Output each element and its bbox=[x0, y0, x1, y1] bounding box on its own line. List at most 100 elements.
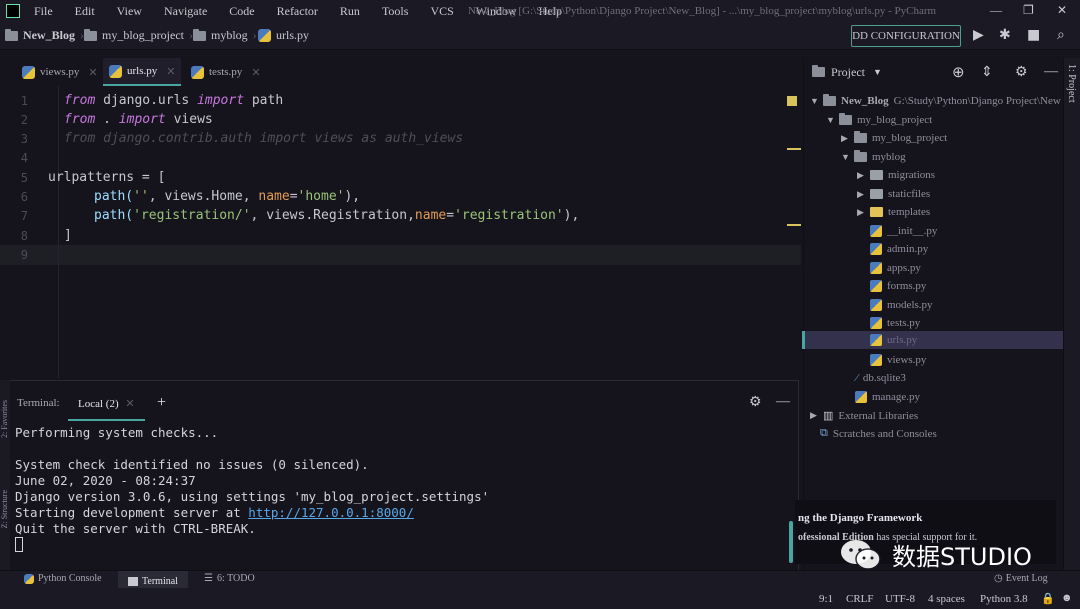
python-console-icon bbox=[24, 573, 34, 584]
tree-item-tests-py[interactable]: tests.py bbox=[870, 317, 920, 329]
breadcrumb-label: New_Blog bbox=[23, 28, 75, 42]
chevron-right-icon: ▶ bbox=[810, 410, 817, 420]
favorites-side-tab[interactable]: 2: Favorites bbox=[0, 400, 9, 438]
tree-item-label: views.py bbox=[887, 354, 927, 366]
hide-panel-icon[interactable]: — bbox=[776, 394, 790, 410]
close-tab-icon[interactable]: ✕ bbox=[251, 66, 260, 79]
tree-item-db-sqlite3[interactable]: ⁄ db.sqlite3 bbox=[856, 372, 906, 384]
tree-item-myblog[interactable]: ▼ myblog bbox=[841, 150, 906, 163]
breadcrumb-app[interactable]: myblog › bbox=[193, 28, 257, 43]
event-log-tab[interactable]: ◷ Event Log bbox=[994, 573, 1048, 584]
breadcrumb-file[interactable]: urls.py bbox=[258, 28, 309, 43]
python-file-icon bbox=[109, 64, 122, 78]
add-terminal-icon[interactable]: + bbox=[157, 394, 166, 412]
close-icon[interactable]: ✕ bbox=[1057, 3, 1067, 18]
tree-item-external-libraries[interactable]: ▶ ▥ External Libraries bbox=[810, 409, 918, 423]
terminal-tool-tab[interactable]: Terminal bbox=[118, 571, 188, 589]
cursor-position[interactable]: 9:1 bbox=[819, 593, 833, 605]
tree-item-urls-py[interactable]: urls.py bbox=[804, 331, 1063, 349]
terminal-tab-local[interactable]: Local (2) ✕ bbox=[68, 393, 145, 421]
tree-item-views-py[interactable]: views.py bbox=[870, 354, 926, 366]
code-string: '' bbox=[133, 189, 149, 204]
chevron-down-icon[interactable]: ▼ bbox=[873, 67, 882, 77]
code-editor[interactable]: 1 2 3 4 5 6 7 8 9 from django.urls impor… bbox=[0, 86, 803, 378]
tree-item-migrations[interactable]: ▶ migrations bbox=[857, 169, 935, 181]
close-tab-icon[interactable]: ✕ bbox=[166, 65, 175, 78]
lock-icon[interactable]: 🔒 bbox=[1041, 592, 1055, 605]
python-file-icon bbox=[22, 65, 35, 79]
menu-code[interactable]: Code bbox=[215, 4, 262, 19]
code-function: path( bbox=[94, 189, 134, 204]
tree-item-label: my_blog_project bbox=[872, 132, 948, 144]
tab-tests-py[interactable]: tests.py ✕ bbox=[185, 58, 267, 86]
close-tab-icon[interactable]: ✕ bbox=[125, 398, 134, 410]
python-file-icon bbox=[870, 280, 882, 292]
terminal-panel: Terminal: Local (2) ✕ + ⚙ — Performing s… bbox=[10, 380, 799, 570]
maximize-icon[interactable]: ❐ bbox=[1023, 3, 1034, 18]
tree-item-staticfiles[interactable]: ▶ staticfiles bbox=[857, 188, 930, 200]
line-number: 8 bbox=[20, 229, 28, 243]
python-interpreter[interactable]: Python 3.8 bbox=[980, 593, 1028, 605]
collapse-all-icon[interactable]: ⇕ bbox=[981, 64, 993, 81]
tab-urls-py[interactable]: urls.py ✕ bbox=[103, 58, 182, 86]
tree-item-admin-py[interactable]: admin.py bbox=[870, 243, 928, 255]
breadcrumb-root[interactable]: New_Blog › bbox=[5, 28, 84, 43]
code-line: urlpatterns = [ bbox=[48, 170, 166, 185]
indent-setting[interactable]: 4 spaces bbox=[928, 593, 965, 605]
pycharm-logo-icon bbox=[6, 4, 20, 18]
tab-views-py[interactable]: views.py ✕ bbox=[16, 58, 104, 86]
todo-tab[interactable]: ☰ 6: TODO bbox=[204, 573, 255, 584]
line-separator[interactable]: CRLF bbox=[846, 593, 874, 605]
tree-root-new-blog[interactable]: ▼ New_Blog G:\Study\Python\Django Projec… bbox=[810, 94, 1061, 107]
tree-item-templates[interactable]: ▶ templates bbox=[857, 206, 930, 218]
server-url-link[interactable]: http://127.0.0.1:8000/ bbox=[248, 505, 414, 520]
python-console-tab[interactable]: Python Console bbox=[24, 573, 102, 584]
code-text: ), bbox=[344, 189, 361, 204]
tree-item-manage-py[interactable]: manage.py bbox=[855, 391, 920, 403]
menu-tools[interactable]: Tools bbox=[368, 4, 417, 19]
breadcrumb-project[interactable]: my_blog_project › bbox=[84, 28, 193, 43]
menu-refactor[interactable]: Refactor bbox=[263, 4, 326, 19]
menu-edit[interactable]: Edit bbox=[61, 4, 103, 19]
right-tool-strip: 1: Project bbox=[1063, 58, 1080, 570]
file-encoding[interactable]: UTF-8 bbox=[885, 593, 915, 605]
stop-icon[interactable]: ■ bbox=[1027, 27, 1040, 43]
tree-item-label: tests.py bbox=[887, 317, 921, 329]
tree-item-models-py[interactable]: models.py bbox=[870, 299, 933, 311]
chevron-down-icon: ▼ bbox=[841, 152, 850, 162]
tree-item-scratches[interactable]: ⧉ Scratches and Consoles bbox=[820, 427, 937, 440]
locate-icon[interactable]: ⊕ bbox=[952, 63, 965, 82]
gear-icon[interactable]: ⚙ bbox=[749, 394, 762, 411]
tree-item-apps-py[interactable]: apps.py bbox=[870, 262, 921, 274]
database-file-icon: ⁄ bbox=[856, 372, 858, 384]
menu-file[interactable]: File bbox=[20, 4, 61, 19]
python-file-icon bbox=[870, 317, 882, 329]
code-text: views bbox=[165, 112, 213, 127]
code-function: path( bbox=[94, 208, 134, 223]
project-side-tab[interactable]: 1: Project bbox=[1066, 64, 1077, 103]
debug-icon[interactable]: ✱ bbox=[999, 27, 1011, 43]
add-configuration-button[interactable]: DD CONFIGURATION bbox=[851, 25, 961, 47]
tree-item-init-py[interactable]: __init__.py bbox=[870, 225, 937, 237]
terminal-scrollbar[interactable] bbox=[789, 521, 793, 563]
tree-item-my-blog-project-inner[interactable]: ▶ my_blog_project bbox=[841, 131, 948, 144]
project-view-selector[interactable]: Project bbox=[831, 65, 865, 80]
python-file-icon bbox=[855, 391, 867, 403]
code-line-unused-import: from django.contrib.auth import views as… bbox=[64, 131, 464, 146]
tree-item-forms-py[interactable]: forms.py bbox=[870, 280, 926, 292]
menu-run[interactable]: Run bbox=[326, 4, 368, 19]
warning-marker-icon[interactable] bbox=[787, 96, 797, 106]
close-tab-icon[interactable]: ✕ bbox=[88, 66, 97, 79]
search-icon[interactable]: ⌕ bbox=[1057, 27, 1065, 43]
structure-side-tab[interactable]: Z: Structure bbox=[0, 490, 9, 528]
menu-navigate[interactable]: Navigate bbox=[150, 4, 215, 19]
hide-panel-icon[interactable]: — bbox=[1044, 64, 1058, 80]
tree-item-my-blog-project[interactable]: ▼ my_blog_project bbox=[826, 113, 932, 126]
tree-item-label: db.sqlite3 bbox=[862, 372, 906, 384]
run-icon[interactable]: ▶ bbox=[973, 27, 984, 43]
gear-icon[interactable]: ⚙ bbox=[1015, 64, 1028, 81]
inspector-icon[interactable]: ☻ bbox=[1061, 592, 1073, 604]
menu-view[interactable]: View bbox=[103, 4, 150, 19]
menu-vcs[interactable]: VCS bbox=[416, 4, 461, 19]
minimize-icon[interactable]: — bbox=[990, 3, 1002, 18]
